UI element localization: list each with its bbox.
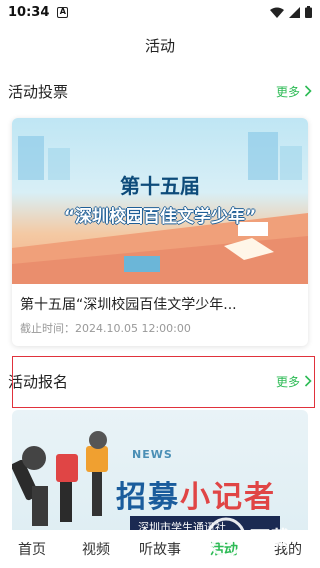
status-indicators — [270, 6, 312, 18]
svg-text:下载: 下载 — [250, 526, 290, 550]
chevron-right-icon — [304, 85, 312, 97]
vote-card-title: 第十五届“深圳校园百佳文学少年... — [20, 297, 237, 313]
wifi-icon — [270, 7, 284, 18]
signup-banner-headline-a: 招募 — [116, 480, 180, 515]
vote-more-link[interactable]: 更多 — [276, 83, 312, 100]
highlight-box — [12, 356, 315, 408]
status-bar: 10:34 A — [0, 0, 320, 24]
vote-banner-line2: “深圳校园百佳文学少年” — [63, 207, 257, 227]
vote-section-title: 活动投票 — [8, 82, 69, 101]
tab-video[interactable]: 视频 — [64, 539, 128, 559]
vote-more-label: 更多 — [275, 84, 300, 99]
svg-text:KK: KK — [210, 526, 242, 550]
vote-banner-line1: 第十五届 — [120, 174, 200, 198]
status-time: 10:34 — [8, 4, 50, 20]
watermark-logo: KK 下载 www.kkx.net — [204, 515, 316, 565]
signup-banner-headline-b: 小记者 — [180, 480, 276, 515]
microphones-illustration — [12, 431, 108, 526]
notification-badge-icon: A — [57, 6, 69, 18]
vote-banner-image: 第十五届 “深圳校园百佳文学少年” — [12, 118, 308, 284]
battery-icon — [305, 6, 312, 18]
page-title: 活动 — [144, 36, 175, 55]
tab-home[interactable]: 首页 — [0, 539, 64, 559]
signup-banner-small-text: NEWS — [132, 448, 173, 461]
signal-icon — [289, 6, 300, 18]
page-header: 活动 — [0, 24, 320, 66]
tab-stories[interactable]: 听故事 — [128, 539, 192, 559]
vote-card-deadline: 截止时间：2024.10.05 12:00:00 — [20, 322, 191, 335]
vote-section-header: 活动投票 更多 — [0, 74, 320, 108]
signup-banner-headline: 招募小记者 — [116, 472, 276, 516]
vote-card[interactable]: 第十五届 “深圳校园百佳文学少年” 第十五届“深圳校园百佳文学少年... 截止时… — [12, 118, 308, 346]
svg-text:www.kkx.net: www.kkx.net — [234, 553, 298, 564]
banner-illustration — [12, 132, 308, 284]
